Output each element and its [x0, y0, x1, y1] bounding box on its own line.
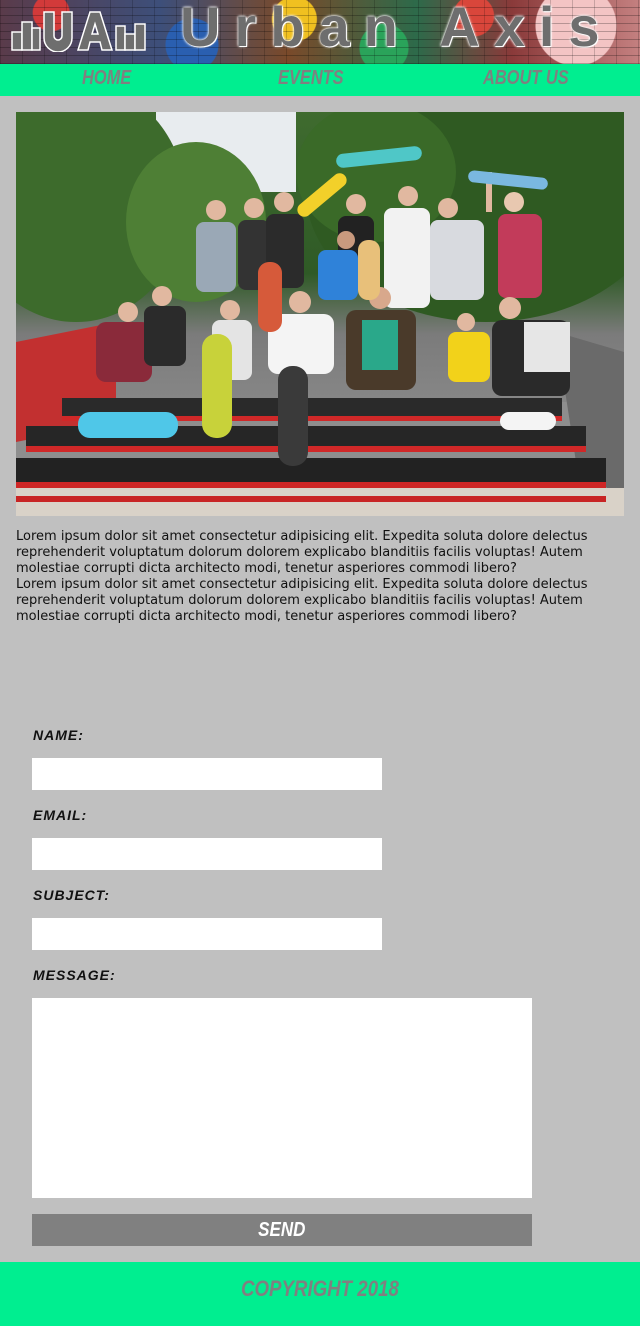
intro-text: Lorem ipsum dolor sit amet consectetur a…	[16, 529, 616, 625]
name-field[interactable]	[32, 758, 382, 790]
header-banner: Urban Axis	[0, 0, 640, 64]
copyright-text: Copyright 2018	[241, 1276, 399, 1301]
send-button-label: Send	[258, 1218, 306, 1241]
email-label: Email:	[33, 807, 88, 823]
nav-link-events[interactable]: Events	[278, 67, 344, 90]
name-label: Name:	[33, 727, 84, 743]
email-field[interactable]	[32, 838, 382, 870]
main-nav: Home Events About Us	[0, 64, 640, 96]
skaters-group-illustration	[16, 112, 624, 516]
urban-axis-logo[interactable]	[10, 6, 148, 52]
nav-link-home[interactable]: Home	[82, 67, 131, 90]
message-label: Message:	[33, 967, 116, 983]
intro-paragraph: Lorem ipsum dolor sit amet consectetur a…	[16, 577, 588, 624]
message-textarea[interactable]	[32, 998, 532, 1198]
send-button[interactable]: Send	[32, 1214, 532, 1246]
subject-label: Subject:	[33, 887, 110, 903]
intro-paragraph: Lorem ipsum dolor sit amet consectetur a…	[16, 529, 588, 576]
subject-field[interactable]	[32, 918, 382, 950]
nav-link-about-us[interactable]: About Us	[483, 67, 569, 90]
footer: Copyright 2018	[0, 1262, 640, 1326]
brand-title: Urban Axis	[180, 0, 614, 58]
hero-photo	[16, 112, 624, 516]
